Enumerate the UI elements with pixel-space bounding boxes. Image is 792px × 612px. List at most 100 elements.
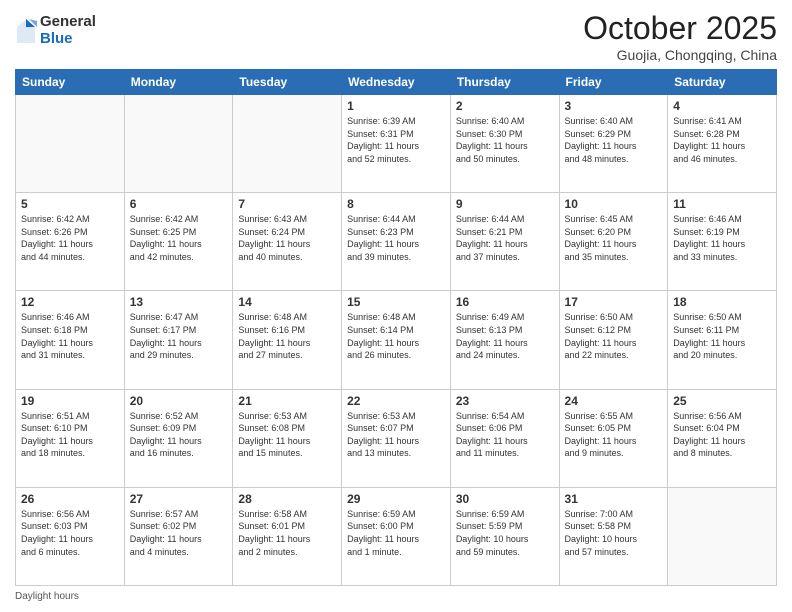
day-info: Sunrise: 6:57 AM Sunset: 6:02 PM Dayligh…: [130, 508, 228, 558]
day-info: Sunrise: 6:42 AM Sunset: 6:25 PM Dayligh…: [130, 213, 228, 263]
table-row: 20Sunrise: 6:52 AM Sunset: 6:09 PM Dayli…: [124, 389, 233, 487]
calendar-week-3: 12 Sunrise: 6:46 AM Sunset: 6:18 PM Dayli…: [16, 291, 777, 389]
day-number: 31: [565, 492, 663, 506]
day-number: 9: [456, 197, 554, 211]
day-number: 7: [238, 197, 336, 211]
day-info: Sunrise: 6:55 AM Sunset: 6:05 PM Dayligh…: [565, 410, 663, 460]
calendar-table: Sunday Monday Tuesday Wednesday Thursday…: [15, 69, 777, 586]
day-info: Sunrise: 6:45 AM Sunset: 6:20 PM Dayligh…: [565, 213, 663, 263]
col-monday: Monday: [124, 70, 233, 95]
day-number: 5: [21, 197, 119, 211]
col-friday: Friday: [559, 70, 668, 95]
day-number: 17: [565, 295, 663, 309]
day-number: 29: [347, 492, 445, 506]
table-row: 7 Sunrise: 6:43 AM Sunset: 6:24 PM Daylig…: [233, 193, 342, 291]
col-tuesday: Tuesday: [233, 70, 342, 95]
day-info: Sunrise: 6:53 AM Sunset: 6:08 PM Dayligh…: [238, 410, 336, 460]
day-number: 28: [238, 492, 336, 506]
day-number: 23: [456, 394, 554, 408]
day-info: Sunrise: 6:59 AM Sunset: 6:00 PM Dayligh…: [347, 508, 445, 558]
day-number: 2: [456, 99, 554, 113]
calendar-header-row: Sunday Monday Tuesday Wednesday Thursday…: [16, 70, 777, 95]
table-row: 26Sunrise: 6:56 AM Sunset: 6:03 PM Dayli…: [16, 487, 125, 585]
calendar-week-1: 1 Sunrise: 6:39 AM Sunset: 6:31 PM Daylig…: [16, 95, 777, 193]
day-info: Sunrise: 6:54 AM Sunset: 6:06 PM Dayligh…: [456, 410, 554, 460]
table-row: 14Sunrise: 6:48 AM Sunset: 6:16 PM Dayli…: [233, 291, 342, 389]
day-info: Sunrise: 6:42 AM Sunset: 6:26 PM Dayligh…: [21, 213, 119, 263]
table-row: 9 Sunrise: 6:44 AM Sunset: 6:21 PM Daylig…: [450, 193, 559, 291]
col-saturday: Saturday: [668, 70, 777, 95]
table-row: 22 Sunrise: 6:53 AM Sunset: 6:07 PM Dayli…: [342, 389, 451, 487]
table-row: 27Sunrise: 6:57 AM Sunset: 6:02 PM Dayli…: [124, 487, 233, 585]
col-wednesday: Wednesday: [342, 70, 451, 95]
day-info: Sunrise: 6:41 AM Sunset: 6:28 PM Dayligh…: [673, 115, 771, 165]
header: General Blue October 2025 Guojia, Chongq…: [15, 10, 777, 63]
table-row: 10 Sunrise: 6:45 AM Sunset: 6:20 PM Dayli…: [559, 193, 668, 291]
table-row: 16Sunrise: 6:49 AM Sunset: 6:13 PM Dayli…: [450, 291, 559, 389]
day-number: 19: [21, 394, 119, 408]
day-number: 15: [347, 295, 445, 309]
day-number: 30: [456, 492, 554, 506]
col-sunday: Sunday: [16, 70, 125, 95]
day-number: 13: [130, 295, 228, 309]
table-row: 23 Sunrise: 6:54 AM Sunset: 6:06 PM Dayli…: [450, 389, 559, 487]
day-number: 18: [673, 295, 771, 309]
day-number: 3: [565, 99, 663, 113]
table-row: 25 Sunrise: 6:56 AM Sunset: 6:04 PM Dayli…: [668, 389, 777, 487]
table-row: 8 Sunrise: 6:44 AM Sunset: 6:23 PM Daylig…: [342, 193, 451, 291]
table-row: 1 Sunrise: 6:39 AM Sunset: 6:31 PM Daylig…: [342, 95, 451, 193]
table-row: 17 Sunrise: 6:50 AM Sunset: 6:12 PM Dayli…: [559, 291, 668, 389]
day-number: 8: [347, 197, 445, 211]
footer-text: Daylight hours: [15, 591, 79, 602]
table-row: 19 Sunrise: 6:51 AM Sunset: 6:10 PM Dayli…: [16, 389, 125, 487]
day-info: Sunrise: 6:59 AM Sunset: 5:59 PM Dayligh…: [456, 508, 554, 558]
logo-general: General: [40, 14, 96, 31]
day-info: Sunrise: 7:00 AM Sunset: 5:58 PM Dayligh…: [565, 508, 663, 558]
table-row: [16, 95, 125, 193]
day-number: 6: [130, 197, 228, 211]
month-title: October 2025: [583, 10, 777, 47]
day-info: Sunrise: 6:46 AM Sunset: 6:18 PM Dayligh…: [21, 311, 119, 361]
table-row: 28 Sunrise: 6:58 AM Sunset: 6:01 PM Dayli…: [233, 487, 342, 585]
table-row: 24Sunrise: 6:55 AM Sunset: 6:05 PM Dayli…: [559, 389, 668, 487]
day-number: 21: [238, 394, 336, 408]
table-row: 3 Sunrise: 6:40 AM Sunset: 6:29 PM Daylig…: [559, 95, 668, 193]
table-row: 2Sunrise: 6:40 AM Sunset: 6:30 PM Daylig…: [450, 95, 559, 193]
day-info: Sunrise: 6:40 AM Sunset: 6:29 PM Dayligh…: [565, 115, 663, 165]
title-block: October 2025 Guojia, Chongqing, China: [583, 10, 777, 63]
day-number: 25: [673, 394, 771, 408]
logo-icon: [15, 17, 37, 45]
day-info: Sunrise: 6:48 AM Sunset: 6:14 PM Dayligh…: [347, 311, 445, 361]
day-number: 22: [347, 394, 445, 408]
day-info: Sunrise: 6:48 AM Sunset: 6:16 PM Dayligh…: [238, 311, 336, 361]
day-info: Sunrise: 6:39 AM Sunset: 6:31 PM Dayligh…: [347, 115, 445, 165]
day-number: 1: [347, 99, 445, 113]
day-number: 10: [565, 197, 663, 211]
day-info: Sunrise: 6:56 AM Sunset: 6:04 PM Dayligh…: [673, 410, 771, 460]
table-row: 21 Sunrise: 6:53 AM Sunset: 6:08 PM Dayli…: [233, 389, 342, 487]
day-info: Sunrise: 6:58 AM Sunset: 6:01 PM Dayligh…: [238, 508, 336, 558]
day-number: 4: [673, 99, 771, 113]
page: General Blue October 2025 Guojia, Chongq…: [0, 0, 792, 612]
day-info: Sunrise: 6:44 AM Sunset: 6:23 PM Dayligh…: [347, 213, 445, 263]
logo-text: General Blue: [40, 14, 96, 47]
table-row: 4 Sunrise: 6:41 AM Sunset: 6:28 PM Daylig…: [668, 95, 777, 193]
day-info: Sunrise: 6:44 AM Sunset: 6:21 PM Dayligh…: [456, 213, 554, 263]
calendar-week-2: 5 Sunrise: 6:42 AM Sunset: 6:26 PM Daylig…: [16, 193, 777, 291]
table-row: 29 Sunrise: 6:59 AM Sunset: 6:00 PM Dayli…: [342, 487, 451, 585]
location: Guojia, Chongqing, China: [583, 47, 777, 63]
day-info: Sunrise: 6:51 AM Sunset: 6:10 PM Dayligh…: [21, 410, 119, 460]
table-row: 30 Sunrise: 6:59 AM Sunset: 5:59 PM Dayli…: [450, 487, 559, 585]
table-row: 31 Sunrise: 7:00 AM Sunset: 5:58 PM Dayli…: [559, 487, 668, 585]
calendar-week-4: 19 Sunrise: 6:51 AM Sunset: 6:10 PM Dayli…: [16, 389, 777, 487]
calendar-week-5: 26Sunrise: 6:56 AM Sunset: 6:03 PM Dayli…: [16, 487, 777, 585]
day-info: Sunrise: 6:43 AM Sunset: 6:24 PM Dayligh…: [238, 213, 336, 263]
table-row: 11Sunrise: 6:46 AM Sunset: 6:19 PM Dayli…: [668, 193, 777, 291]
day-info: Sunrise: 6:50 AM Sunset: 6:12 PM Dayligh…: [565, 311, 663, 361]
day-info: Sunrise: 6:56 AM Sunset: 6:03 PM Dayligh…: [21, 508, 119, 558]
day-number: 12: [21, 295, 119, 309]
table-row: 15 Sunrise: 6:48 AM Sunset: 6:14 PM Dayli…: [342, 291, 451, 389]
day-info: Sunrise: 6:53 AM Sunset: 6:07 PM Dayligh…: [347, 410, 445, 460]
logo: General Blue: [15, 14, 96, 47]
table-row: 13Sunrise: 6:47 AM Sunset: 6:17 PM Dayli…: [124, 291, 233, 389]
